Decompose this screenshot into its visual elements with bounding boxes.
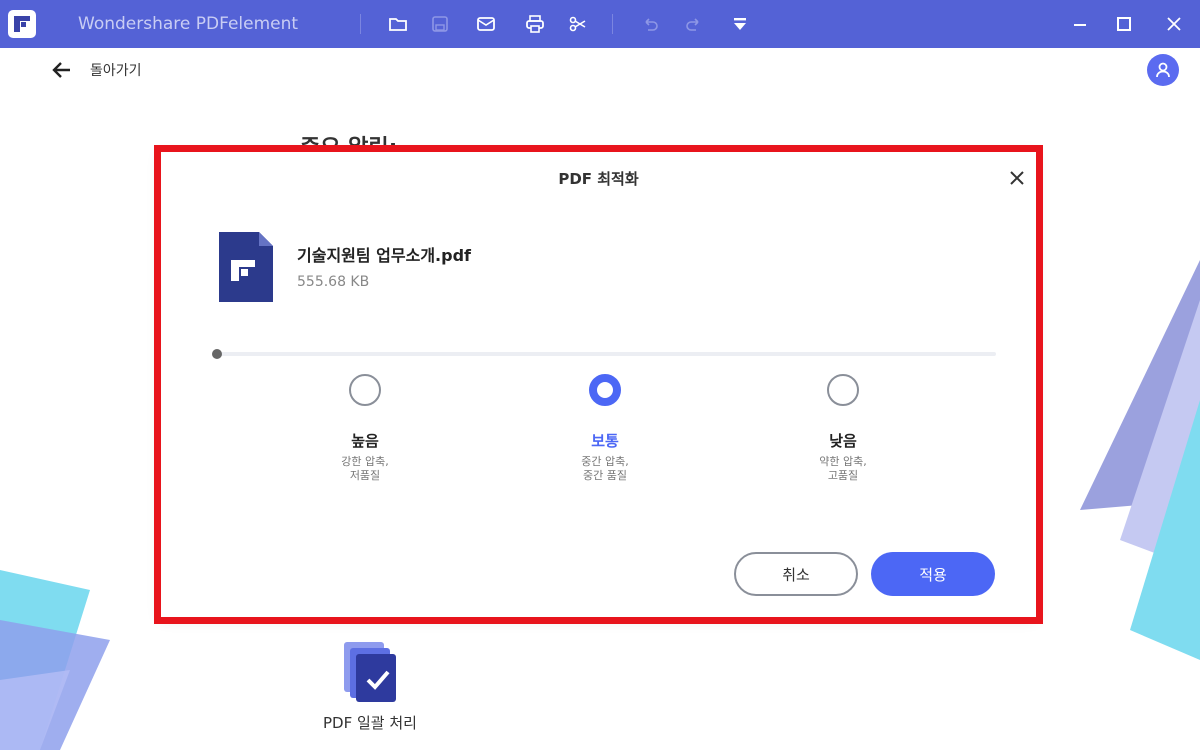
redo-icon[interactable] [682, 12, 706, 36]
minimize-icon[interactable] [1066, 10, 1094, 38]
decorative-shape-left [0, 570, 110, 750]
print-icon[interactable] [523, 12, 547, 36]
decorative-shape-right [1080, 260, 1200, 660]
toolbar-divider [612, 14, 613, 34]
save-icon[interactable] [428, 12, 452, 36]
quick-access-dropdown-icon[interactable] [728, 12, 752, 36]
arrow-left-icon [52, 62, 70, 78]
undo-icon[interactable] [638, 12, 662, 36]
close-window-icon[interactable] [1160, 10, 1188, 38]
app-logo-icon [8, 10, 36, 38]
back-button[interactable]: 돌아가기 [50, 58, 142, 82]
open-folder-icon[interactable] [386, 12, 410, 36]
user-avatar-icon[interactable] [1147, 54, 1179, 86]
maximize-icon[interactable] [1110, 10, 1138, 38]
highlight-frame [154, 145, 1043, 624]
batch-process-tool[interactable]: PDF 일괄 처리 [300, 640, 440, 733]
scissors-icon[interactable] [566, 12, 590, 36]
back-label: 돌아가기 [90, 63, 142, 79]
batch-process-label: PDF 일괄 처리 [323, 714, 417, 732]
app-title: Wondershare PDFelement [78, 14, 299, 34]
title-bar: Wondershare PDFelement [0, 0, 1200, 48]
toolbar-divider [360, 14, 361, 34]
batch-process-icon [340, 640, 400, 704]
email-icon[interactable] [474, 12, 498, 36]
